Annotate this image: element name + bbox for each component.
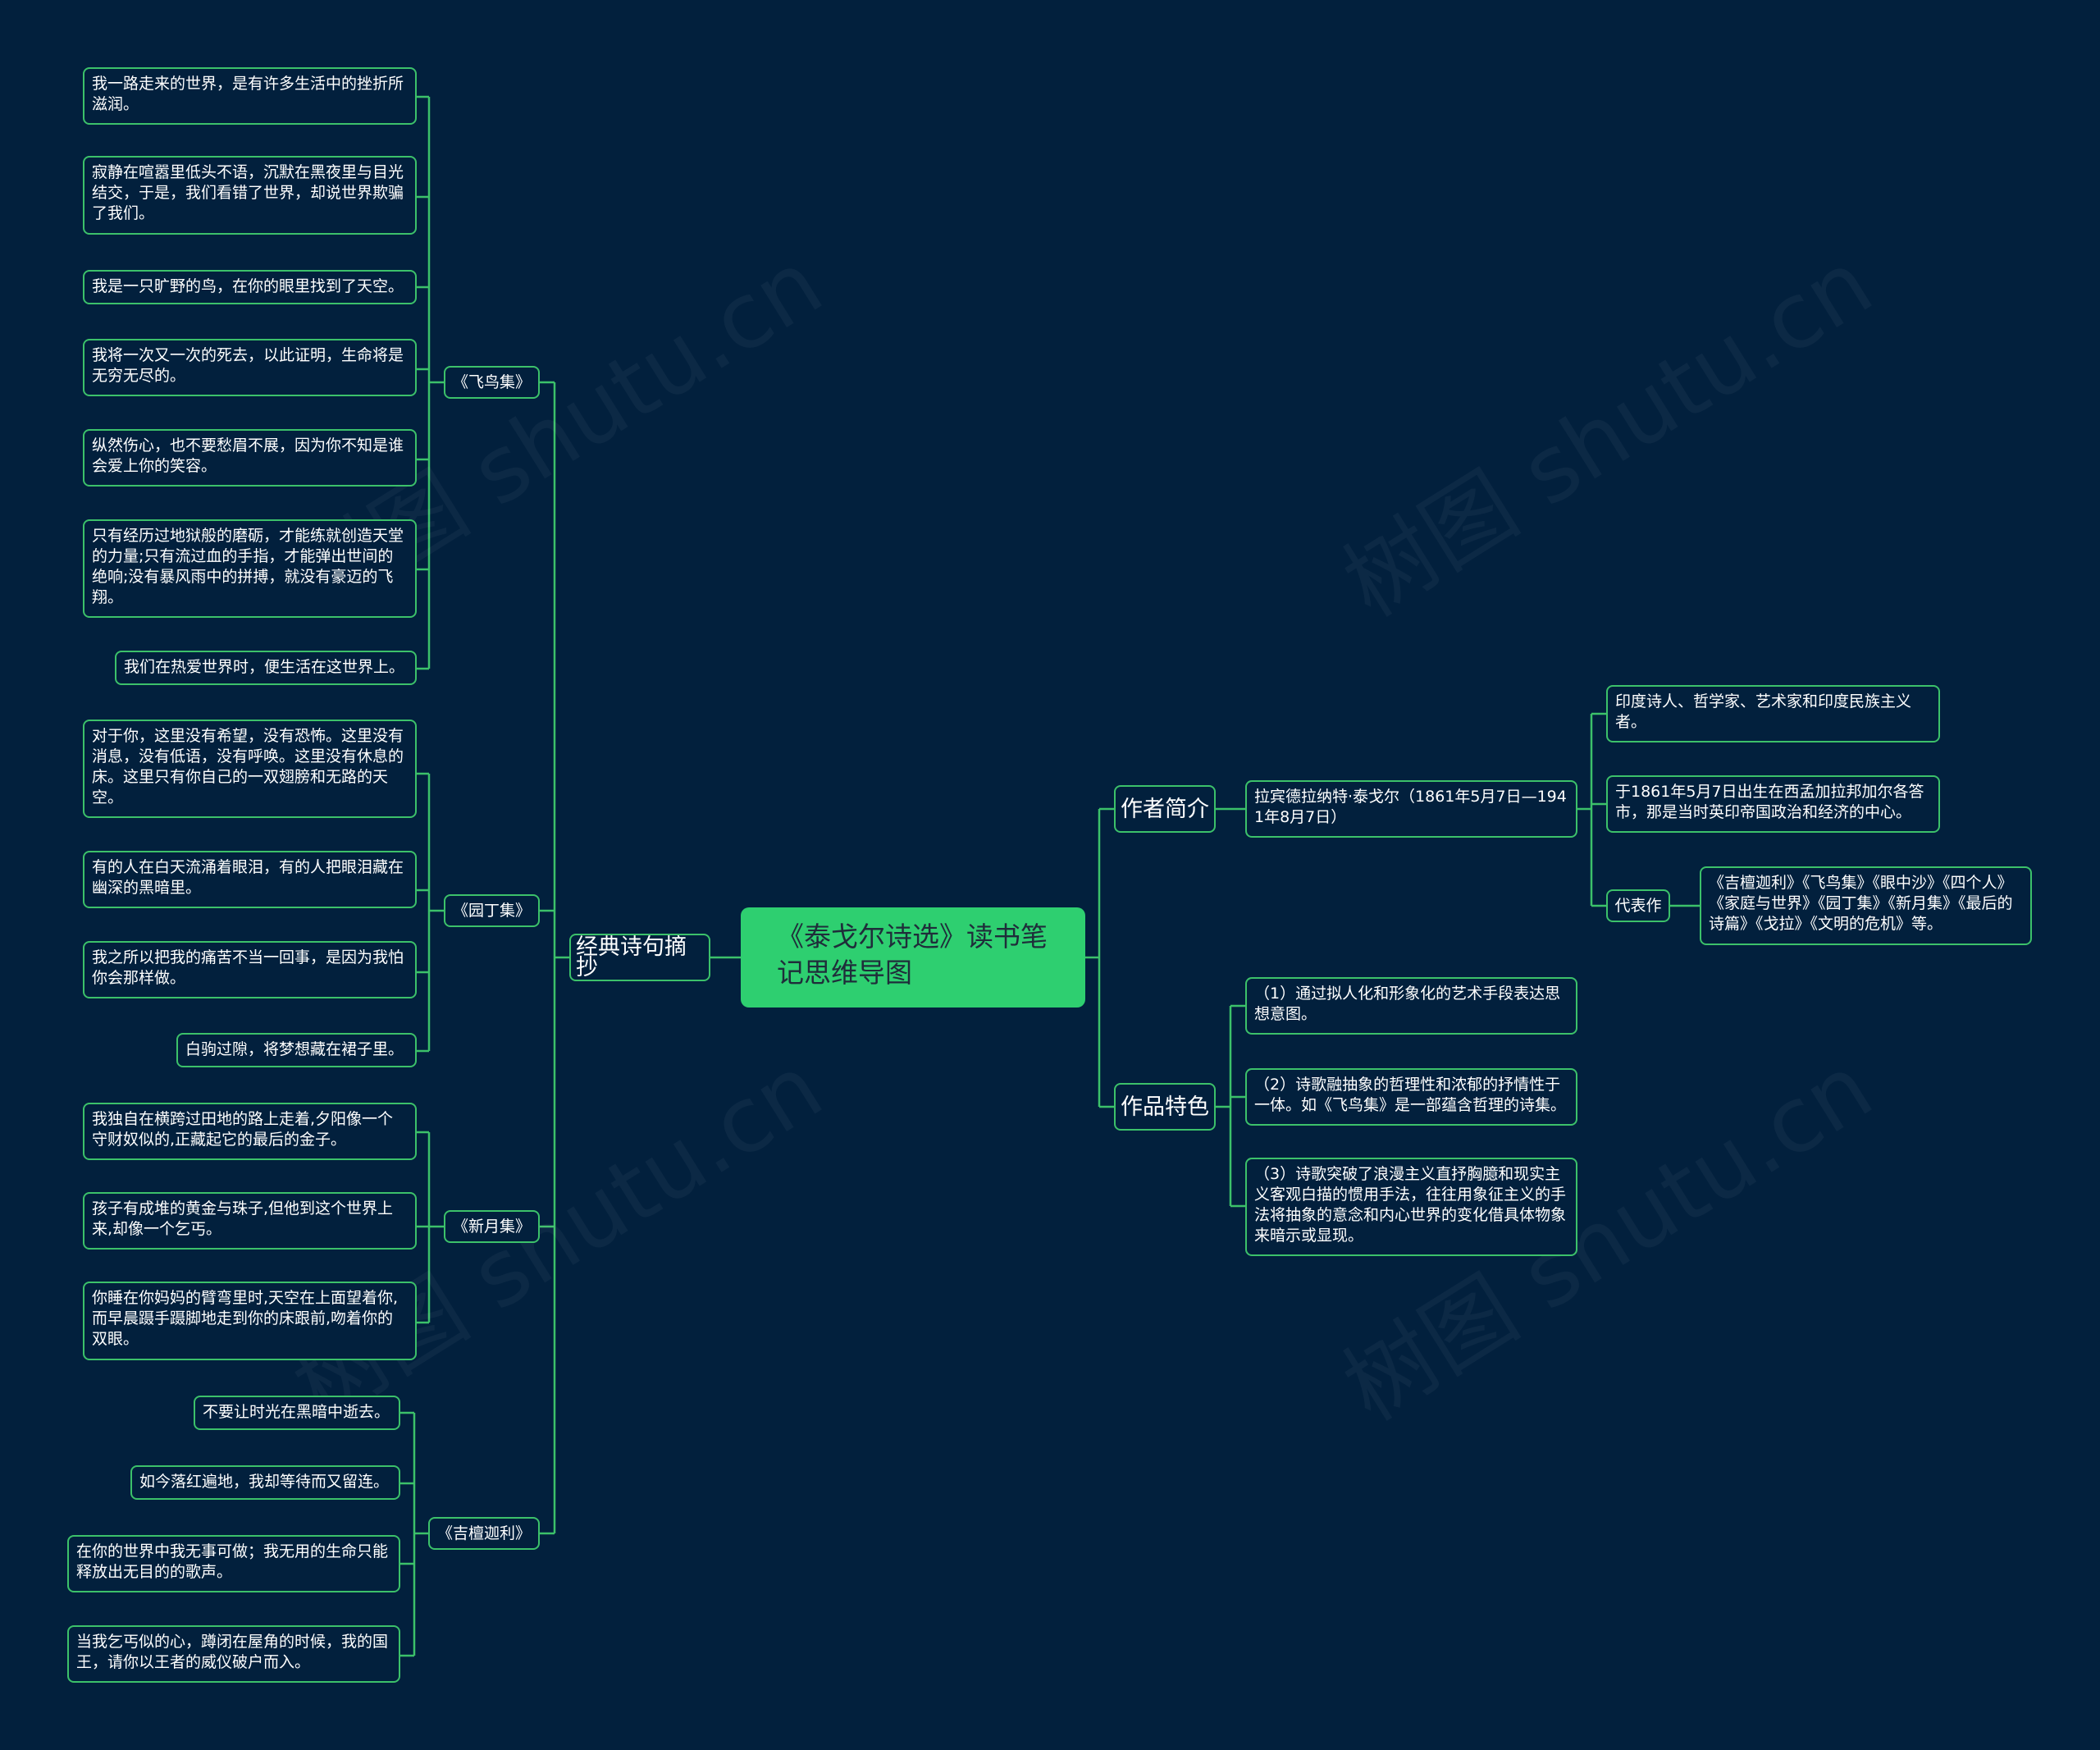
quote-leaf[interactable]: 我将一次又一次的死去，以此证明，生命将是无穷无尽的。 <box>83 339 417 396</box>
quote-leaf[interactable]: 寂静在喧嚣里低头不语，沉默在黑夜里与目光结交，于是，我们看错了世界，却说世界欺骗… <box>83 156 417 235</box>
branch-author[interactable]: 作者简介 <box>1114 785 1216 833</box>
branch-features[interactable]: 作品特色 <box>1114 1083 1216 1131</box>
feature-node[interactable]: （2）诗歌融抽象的哲理性和浓郁的抒情性于一体。如《飞鸟集》是一部蕴含哲理的诗集。 <box>1245 1068 1577 1126</box>
quote-text: 纵然伤心，也不要愁眉不展，因为你不知是谁会爱上你的笑容。 <box>92 436 404 475</box>
quote-leaf[interactable]: 有的人在白天流涌着眼泪，有的人把眼泪藏在幽深的黑暗里。 <box>83 851 417 908</box>
works-text: 《吉檀迦利》《飞鸟集》《眼中沙》《四个人》《家庭与世界》《园丁集》《新月集》《最… <box>1709 874 2013 933</box>
book-feiniaoji[interactable]: 《飞鸟集》 <box>444 366 540 399</box>
branch-features-label: 作品特色 <box>1121 1094 1209 1120</box>
book-label: 《园丁集》 <box>452 901 531 920</box>
quote-text: 只有经历过地狱般的磨砺，才能练就创造天堂的力量;只有流过血的手指，才能弹出世间的… <box>92 527 404 606</box>
branch-quotes-label: 经典诗句摘抄 <box>576 934 687 980</box>
quote-leaf[interactable]: 我是一只旷野的鸟，在你的眼里找到了天空。 <box>83 270 417 304</box>
quote-text: 我将一次又一次的死去，以此证明，生命将是无穷无尽的。 <box>92 346 404 385</box>
quote-leaf[interactable]: 我们在热爱世界时，便生活在这世界上。 <box>115 651 417 685</box>
quote-text: 我们在热爱世界时，便生活在这世界上。 <box>124 658 405 676</box>
works-node[interactable]: 《吉檀迦利》《飞鸟集》《眼中沙》《四个人》《家庭与世界》《园丁集》《新月集》《最… <box>1700 866 2032 945</box>
quote-text: 寂静在喧嚣里低头不语，沉默在黑夜里与目光结交，于是，我们看错了世界，却说世界欺骗… <box>92 163 404 222</box>
quote-text: 对于你，这里没有希望，没有恐怖。这里没有消息，没有低语，没有呼唤。这里没有休息的… <box>92 727 404 806</box>
root-node[interactable]: 《泰戈尔诗选》读书笔记思维导图 <box>741 907 1085 1008</box>
quote-leaf[interactable]: 我独自在横跨过田地的路上走着,夕阳像一个守财奴似的,正藏起它的最后的金子。 <box>83 1103 417 1160</box>
quote-text: 在你的世界中我无事可做；我无用的生命只能释放出无目的的歌声。 <box>76 1542 389 1581</box>
quote-leaf[interactable]: 当我乞丐似的心，蹲闭在屋角的时候，我的国王，请你以王者的威仪破户而入。 <box>67 1625 400 1683</box>
quote-text: 不要让时光在黑暗中逝去。 <box>203 1403 390 1421</box>
branch-quotes[interactable]: 经典诗句摘抄 <box>569 934 710 981</box>
branch-author-label: 作者简介 <box>1121 796 1209 822</box>
quote-text: 孩子有成堆的黄金与珠子,但他到这个世界上来,却像一个乞丐。 <box>92 1199 394 1238</box>
feature-node[interactable]: （1）通过拟人化和形象化的艺术手段表达思想意图。 <box>1245 977 1577 1035</box>
quote-leaf[interactable]: 我之所以把我的痛苦不当一回事，是因为我怕你会那样做。 <box>83 941 417 998</box>
quote-leaf[interactable]: 不要让时光在黑暗中逝去。 <box>194 1396 400 1430</box>
quote-leaf[interactable]: 如今落红遍地，我却等待而又留连。 <box>130 1465 400 1500</box>
book-label: 《新月集》 <box>452 1217 531 1236</box>
quote-leaf[interactable]: 只有经历过地狱般的磨砺，才能练就创造天堂的力量;只有流过血的手指，才能弹出世间的… <box>83 519 417 618</box>
quote-text: 我独自在横跨过田地的路上走着,夕阳像一个守财奴似的,正藏起它的最后的金子。 <box>92 1110 394 1149</box>
author-fact: 印度诗人、哲学家、艺术家和印度民族主义者。 <box>1615 692 1912 731</box>
book-yuandingji[interactable]: 《园丁集》 <box>444 894 540 927</box>
quote-leaf[interactable]: 纵然伤心，也不要愁眉不展，因为你不知是谁会爱上你的笑容。 <box>83 429 417 487</box>
root-title: 《泰戈尔诗选》读书笔记思维导图 <box>777 921 1048 989</box>
quote-leaf[interactable]: 在你的世界中我无事可做；我无用的生命只能释放出无目的的歌声。 <box>67 1535 400 1592</box>
quote-leaf[interactable]: 孩子有成堆的黄金与珠子,但他到这个世界上来,却像一个乞丐。 <box>83 1192 417 1250</box>
author-name: 拉宾德拉纳特·泰戈尔（1861年5月7日—1941年8月7日） <box>1254 788 1567 826</box>
quote-leaf[interactable]: 我一路走来的世界，是有许多生活中的挫折所滋润。 <box>83 67 417 125</box>
author-fact-node[interactable]: 印度诗人、哲学家、艺术家和印度民族主义者。 <box>1606 685 1940 742</box>
quote-text: 白驹过隙，将梦想藏在裙子里。 <box>185 1040 404 1058</box>
quote-leaf[interactable]: 你睡在你妈妈的臂弯里时,天空在上面望着你,而早晨蹑手蹑脚地走到你的床跟前,吻着你… <box>83 1282 417 1360</box>
quote-text: 当我乞丐似的心，蹲闭在屋角的时候，我的国王，请你以王者的威仪破户而入。 <box>76 1633 389 1671</box>
works-label: 代表作 <box>1614 896 1662 915</box>
works-tag[interactable]: 代表作 <box>1606 889 1670 922</box>
quote-text: 我一路走来的世界，是有许多生活中的挫折所滋润。 <box>92 75 404 113</box>
quote-text: 你睡在你妈妈的臂弯里时,天空在上面望着你,而早晨蹑手蹑脚地走到你的床跟前,吻着你… <box>92 1289 399 1348</box>
book-label: 《吉檀迦利》 <box>436 1524 531 1542</box>
feature-text: （3）诗歌突破了浪漫主义直抒胸臆和现实主义客观白描的惯用手法，往往用象征主义的手… <box>1254 1165 1567 1245</box>
quote-leaf[interactable]: 对于你，这里没有希望，没有恐怖。这里没有消息，没有低语，没有呼唤。这里没有休息的… <box>83 720 417 818</box>
feature-node[interactable]: （3）诗歌突破了浪漫主义直抒胸臆和现实主义客观白描的惯用手法，往往用象征主义的手… <box>1245 1158 1577 1256</box>
feature-text: （1）通过拟人化和形象化的艺术手段表达思想意图。 <box>1254 985 1561 1023</box>
author-fact-node[interactable]: 于1861年5月7日出生在西孟加拉邦加尔各答市，那是当时英印帝国政治和经济的中心… <box>1606 775 1940 833</box>
quote-leaf[interactable]: 白驹过隙，将梦想藏在裙子里。 <box>176 1033 417 1067</box>
quote-text: 我之所以把我的痛苦不当一回事，是因为我怕你会那样做。 <box>92 948 404 987</box>
book-xinyueji[interactable]: 《新月集》 <box>444 1210 540 1243</box>
quote-text: 我是一只旷野的鸟，在你的眼里找到了天空。 <box>92 277 404 295</box>
quote-text: 如今落红遍地，我却等待而又留连。 <box>139 1473 390 1491</box>
author-fact: 于1861年5月7日出生在西孟加拉邦加尔各答市，那是当时英印帝国政治和经济的中心… <box>1615 783 1924 821</box>
book-label: 《飞鸟集》 <box>452 372 531 391</box>
author-name-node[interactable]: 拉宾德拉纳特·泰戈尔（1861年5月7日—1941年8月7日） <box>1245 780 1577 838</box>
feature-text: （2）诗歌融抽象的哲理性和浓郁的抒情性于一体。如《飞鸟集》是一部蕴含哲理的诗集。 <box>1254 1076 1567 1114</box>
quote-text: 有的人在白天流涌着眼泪，有的人把眼泪藏在幽深的黑暗里。 <box>92 858 404 897</box>
book-jitanjiali[interactable]: 《吉檀迦利》 <box>428 1517 540 1550</box>
